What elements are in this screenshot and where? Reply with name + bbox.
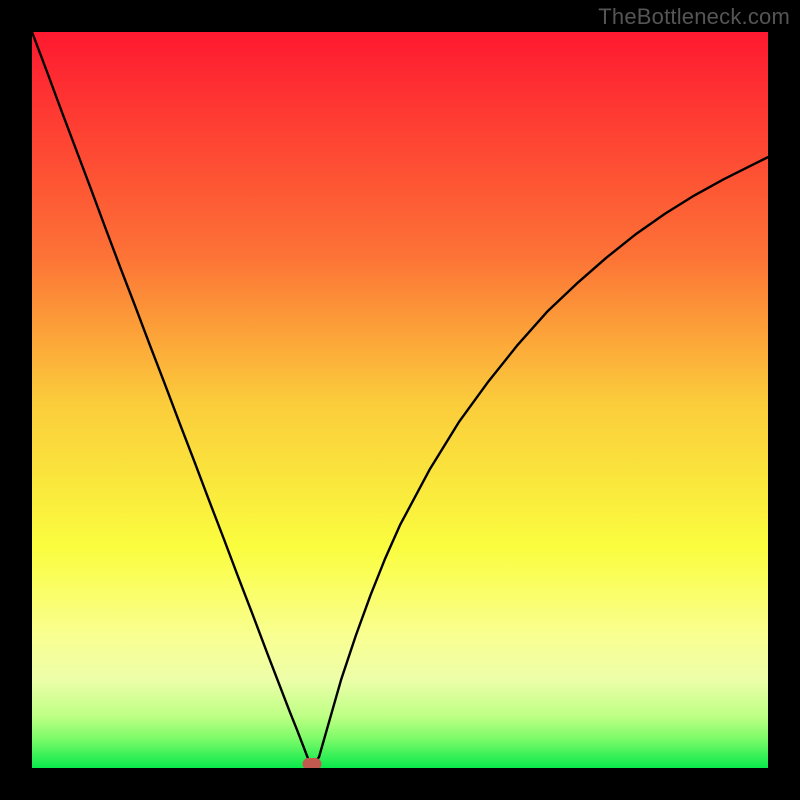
watermark-text: TheBottleneck.com: [598, 4, 790, 30]
plot-area: [32, 32, 768, 768]
chart-frame: TheBottleneck.com: [0, 0, 800, 800]
bottleneck-curve: [32, 32, 768, 764]
optimum-marker: [302, 758, 321, 768]
curve-svg: [32, 32, 768, 768]
